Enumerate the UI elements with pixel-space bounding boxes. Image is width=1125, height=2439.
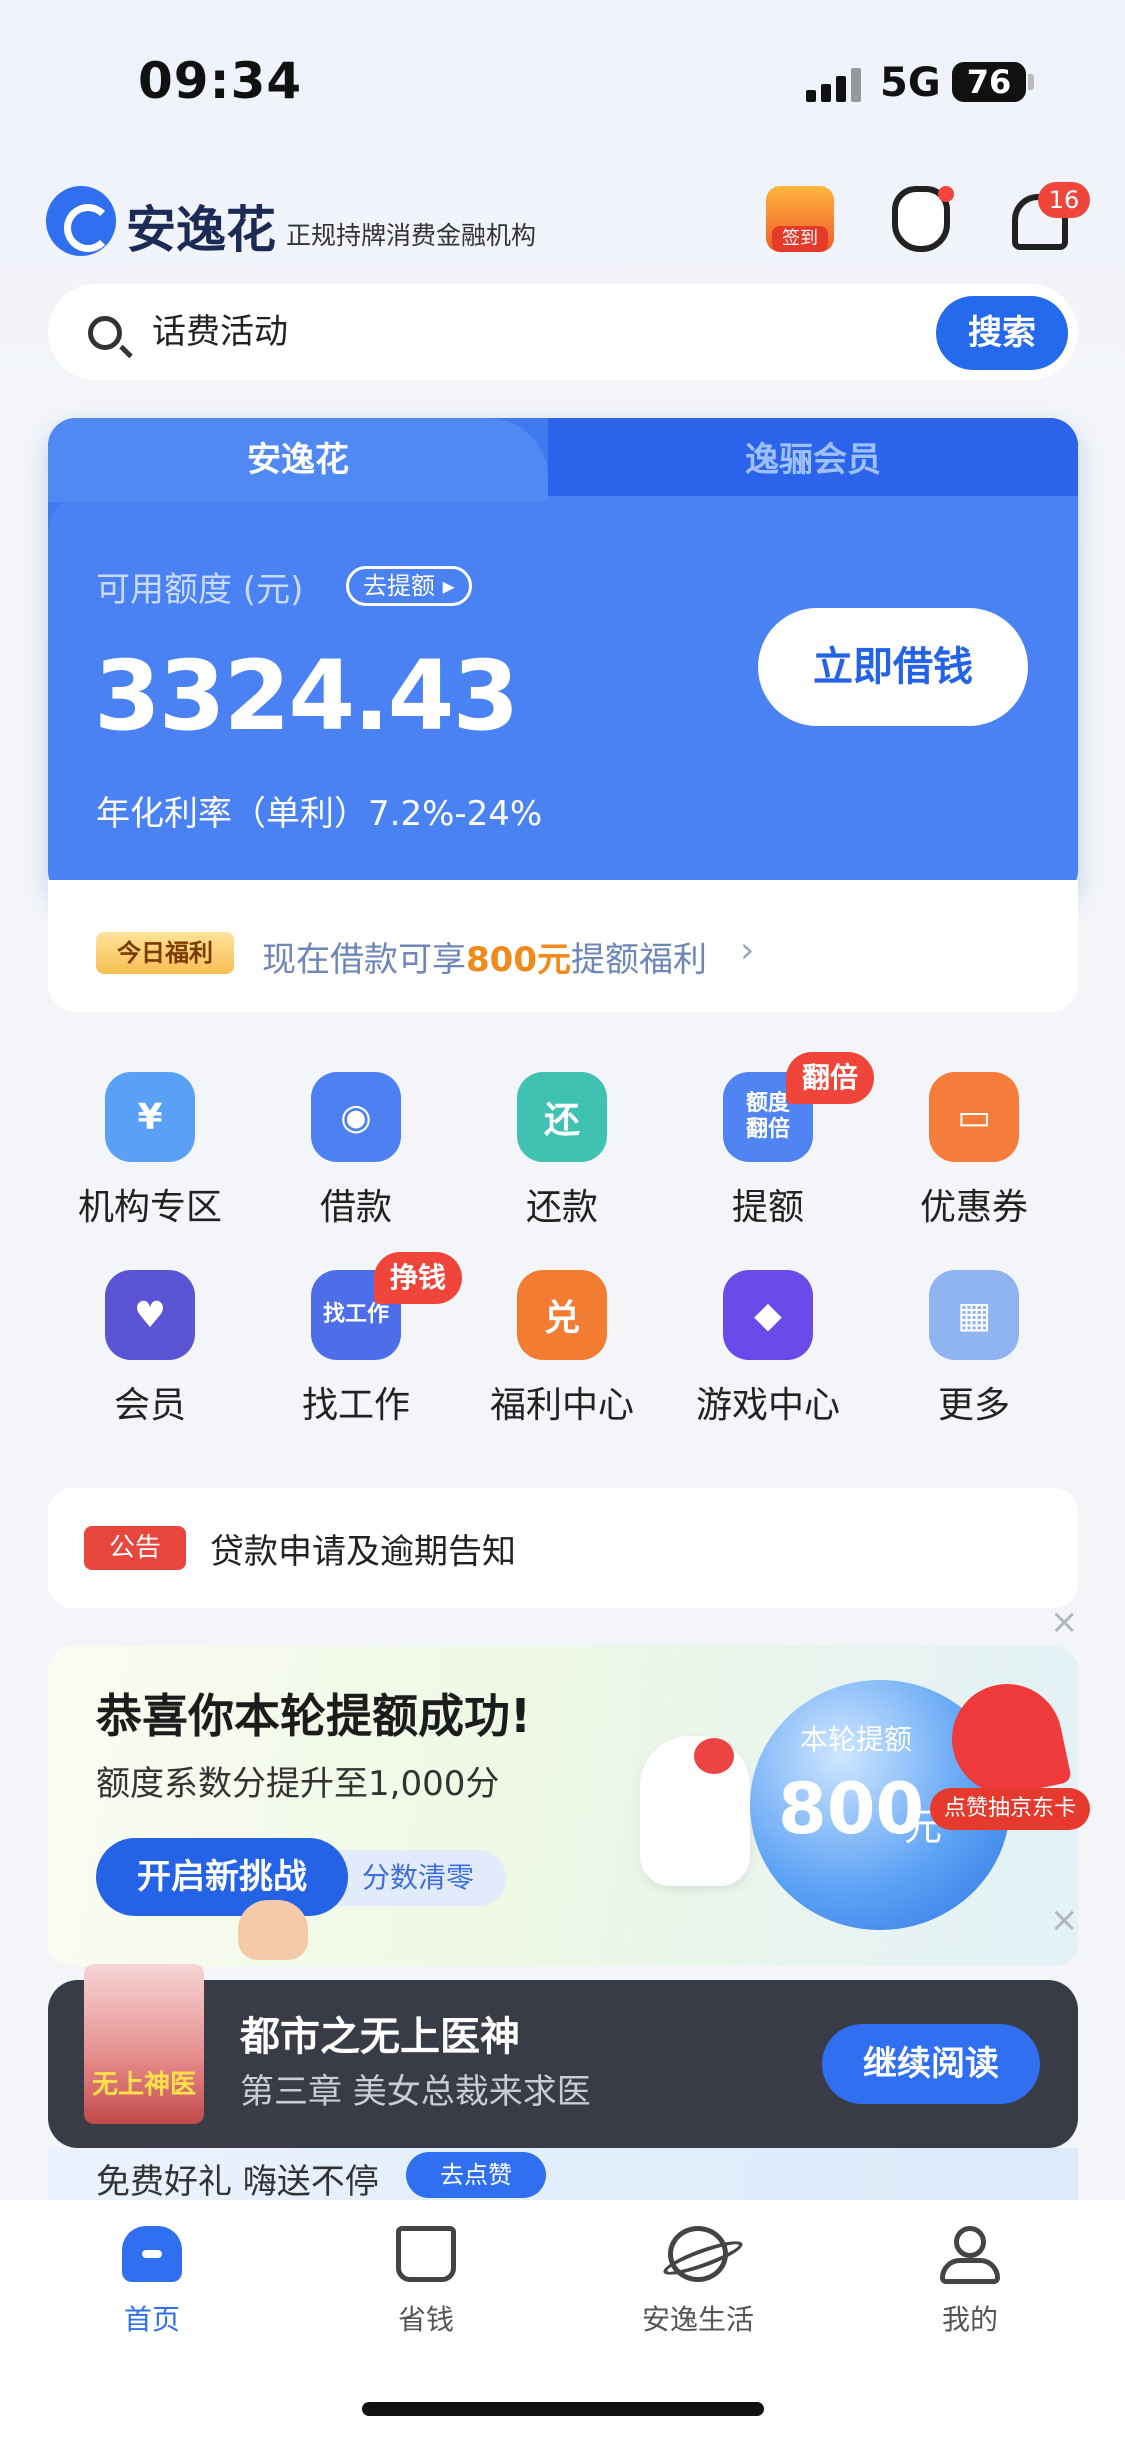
tab-label: 省钱 (397, 2303, 454, 2336)
grid-item-member[interactable]: ♥ 会员 (55, 1270, 245, 1450)
save-money-icon (396, 2226, 456, 2282)
brand-name: 安逸花 (126, 201, 276, 259)
grid-item-loan[interactable]: ◉ 借款 (261, 1072, 451, 1252)
search-icon (88, 316, 122, 350)
grid-item-label: 优惠券 (919, 1187, 1028, 1228)
raise-double-badge: 翻倍 (786, 1052, 875, 1104)
welfare-center-icon: 兑 (517, 1270, 607, 1360)
score-reset-label: 分数清零 (330, 1850, 506, 1906)
grid-item-label: 机构专区 (77, 1187, 222, 1228)
close-icon[interactable]: × (1050, 1900, 1079, 1940)
tab-label: 安逸生活 (641, 2303, 754, 2336)
grid-item-label: 找工作 (301, 1385, 410, 1426)
profile-icon-body (940, 2258, 1000, 2284)
grid-item-coupon[interactable]: ▭ 优惠券 (879, 1072, 1069, 1252)
available-limit-label: 可用额度 (元) (96, 570, 304, 610)
search-input[interactable]: 话费活动 (152, 304, 288, 353)
grid-item-label: 游戏中心 (695, 1385, 840, 1426)
home-icon (122, 2226, 182, 2282)
notice-bar[interactable] (48, 1488, 1078, 1608)
tab-label: 我的 (941, 2303, 998, 2336)
close-icon[interactable]: × (1050, 1602, 1079, 1642)
search-button[interactable]: 搜索 (936, 296, 1068, 370)
tab-life[interactable]: 安逸生活 (598, 2226, 798, 2366)
jd-card-tag[interactable]: 点赞抽京东卡 (930, 1788, 1090, 1830)
coupon-icon: ▭ (929, 1072, 1019, 1162)
battery-icon: 76 (952, 62, 1026, 102)
promo-title: 恭喜你本轮提额成功! (96, 1689, 531, 1743)
promo-subtitle: 额度系数分提升至1,000分 (96, 1764, 500, 1804)
continue-reading-button[interactable]: 继续阅读 (822, 2024, 1040, 2104)
tab-anyihua[interactable]: 安逸花 (48, 418, 548, 502)
welfare-text[interactable]: 现在借款可享800元提额福利 (262, 932, 707, 981)
repay-icon: 还 (517, 1072, 607, 1162)
book-title: 都市之无上医神 (240, 2014, 520, 2060)
tab-member[interactable]: 逸骊会员 (548, 418, 1078, 502)
planet-icon (668, 2226, 728, 2282)
grid-item-label: 福利中心 (489, 1385, 634, 1426)
grid-item-label: 更多 (937, 1385, 1010, 1426)
gift-text: 免费好礼 嗨送不停 (96, 2162, 379, 2202)
grid-item-label: 借款 (319, 1187, 392, 1228)
borrow-now-button[interactable]: 立即借钱 (758, 608, 1028, 726)
network-label: 5G (880, 60, 941, 106)
pointing-hand-icon (238, 1900, 308, 1960)
brand-logo-icon (46, 186, 116, 256)
assistant-dot (938, 186, 954, 202)
grid-item-more[interactable]: ▦ 更多 (879, 1270, 1069, 1450)
orb-value: 800 (778, 1768, 925, 1850)
new-challenge-button[interactable]: 开启新挑战 (96, 1838, 348, 1916)
grid-item-label: 提额 (731, 1187, 804, 1228)
home-indicator (362, 2402, 764, 2416)
raise-limit-link[interactable]: 去提额 ▸ (346, 566, 472, 606)
profile-icon (954, 2226, 986, 2258)
status-time: 09:34 (138, 52, 303, 110)
tab-profile[interactable]: 我的 (870, 2226, 1070, 2366)
grid-item-game[interactable]: ◆ 游戏中心 (673, 1270, 863, 1450)
book-chapter: 第三章 美女总裁来求医 (240, 2072, 591, 2112)
welfare-text-post: 提额福利 (570, 940, 707, 980)
notification-badge: 16 (1038, 182, 1090, 218)
brand-subtitle: 正规持牌消费金融机构 (286, 221, 537, 250)
book-cover-text: 无上神医 (91, 2070, 196, 2100)
loan-icon: ◉ (311, 1072, 401, 1162)
available-amount: 3324.43 (94, 640, 519, 752)
grid-item-institution[interactable]: ¥ 机构专区 (55, 1072, 245, 1252)
signal-icon (806, 66, 862, 102)
grid-item-repay[interactable]: 还还款 (467, 1072, 657, 1252)
grid-item-label: 会员 (113, 1385, 186, 1426)
grid-item-welfare-center[interactable]: 兑福利中心 (467, 1270, 657, 1450)
today-welfare-tag: 今日福利 (96, 932, 234, 974)
more-icon: ▦ (929, 1270, 1019, 1360)
chevron-right-icon[interactable]: › (740, 930, 754, 971)
like-button[interactable]: 去点赞 (406, 2152, 546, 2198)
orb-label: 本轮提额 (800, 1723, 913, 1756)
grid-item-label: 还款 (525, 1187, 598, 1228)
game-icon: ◆ (723, 1270, 813, 1360)
tab-label: 首页 (123, 2303, 180, 2336)
institution-icon: ¥ (105, 1072, 195, 1162)
notice-tag: 公告 (84, 1526, 186, 1570)
interest-rate: 年化利率（单利）7.2%-24% (96, 794, 543, 834)
job-earn-badge: 挣钱 (374, 1252, 463, 1304)
notice-text[interactable]: 贷款申请及逾期告知 (210, 1524, 516, 1573)
member-icon: ♥ (105, 1270, 195, 1360)
tab-home[interactable]: 首页 (52, 2226, 252, 2366)
battery-tip (1028, 74, 1034, 90)
tab-save-money[interactable]: 省钱 (326, 2226, 526, 2366)
sign-in-label[interactable]: 签到 (772, 226, 828, 252)
welfare-text-highlight: 800元 (466, 940, 571, 980)
heart-icon (694, 1738, 734, 1774)
welfare-text-pre: 现在借款可享 (262, 940, 466, 980)
